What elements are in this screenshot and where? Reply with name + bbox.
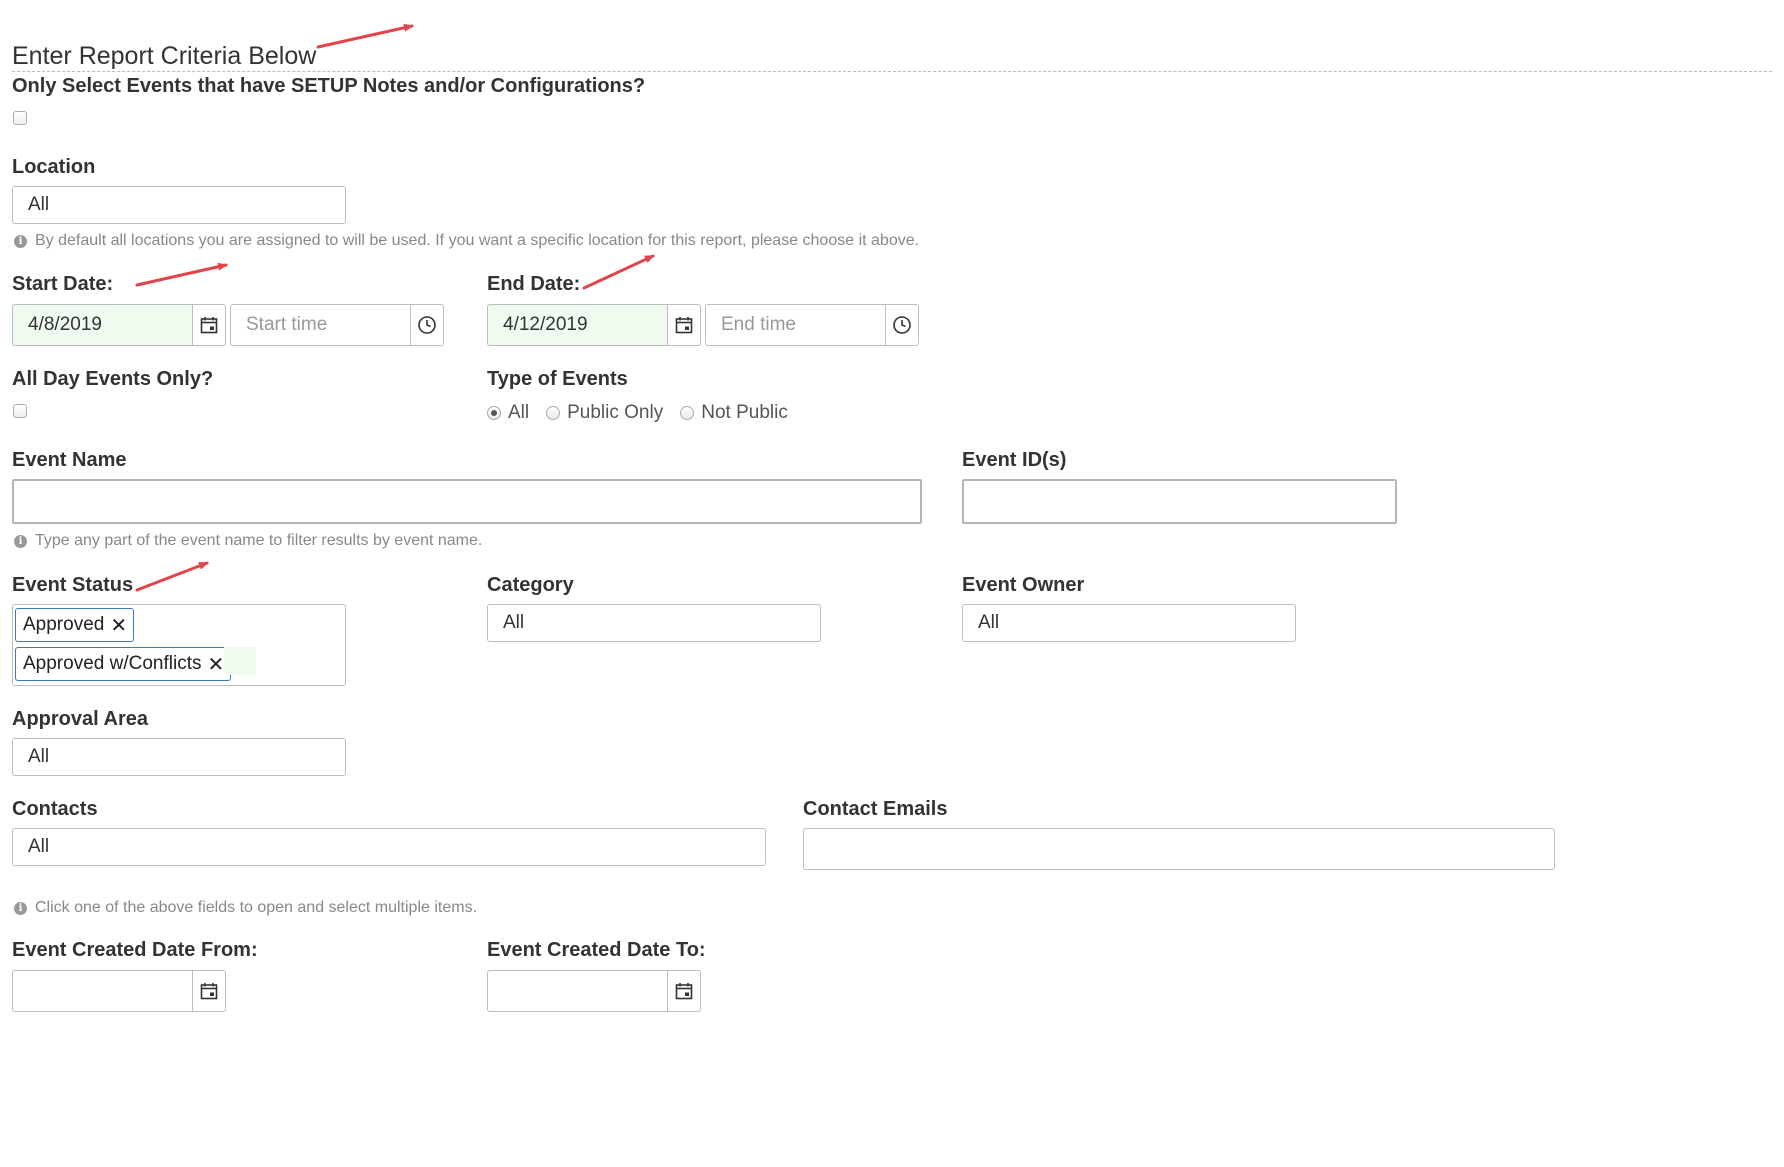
event-ids-label: Event ID(s) <box>962 449 1067 471</box>
multi-select-help: i Click one of the above fields to open … <box>14 899 477 917</box>
created-from-group <box>12 970 226 1012</box>
radio-not-public-label: Not Public <box>701 402 788 423</box>
end-time-group: End time <box>705 304 919 346</box>
location-help: i By default all locations you are assig… <box>14 232 919 250</box>
start-time-clock-button[interactable] <box>410 304 444 346</box>
start-date-calendar-button[interactable] <box>192 304 226 346</box>
status-tag-approved-conflicts: Approved w/Conflicts ✕ <box>15 647 232 681</box>
contact-emails-label: Contact Emails <box>803 798 948 820</box>
setup-notes-checkbox[interactable] <box>13 111 27 125</box>
end-date-calendar-button[interactable] <box>667 304 701 346</box>
end-date-input[interactable]: 4/12/2019 <box>487 304 667 346</box>
radio-all[interactable] <box>487 406 501 420</box>
start-date-input[interactable]: 4/8/2019 <box>12 304 192 346</box>
end-time-clock-button[interactable] <box>885 304 919 346</box>
radio-all-label: All <box>508 402 530 423</box>
approval-area-select[interactable]: All <box>12 738 346 776</box>
contacts-label: Contacts <box>12 798 98 820</box>
end-date-group: 4/12/2019 <box>487 304 701 346</box>
radio-public-only-label: Public Only <box>567 402 664 423</box>
event-owner-label: Event Owner <box>962 574 1085 596</box>
all-day-label: All Day Events Only? <box>12 368 214 390</box>
info-icon: i <box>14 901 27 915</box>
annotation-arrow-end-date <box>582 254 655 290</box>
calendar-icon <box>200 317 218 334</box>
status-tag-approved-conflicts-label: Approved w/Conflicts <box>23 653 202 674</box>
event-owner-select[interactable]: All <box>962 604 1296 642</box>
end-date-label: End Date: <box>487 273 581 295</box>
event-name-help-text: Type any part of the event name to filte… <box>35 532 483 549</box>
all-day-checkbox[interactable] <box>13 404 27 418</box>
start-time-input[interactable]: Start time <box>230 304 410 346</box>
radio-option-public-only[interactable]: Public Only <box>546 402 663 424</box>
location-label: Location <box>12 156 96 178</box>
event-type-label: Type of Events <box>487 368 628 390</box>
event-name-help: i Type any part of the event name to fil… <box>14 532 482 550</box>
created-from-input[interactable] <box>12 970 192 1012</box>
calendar-icon <box>675 983 693 1000</box>
radio-option-all[interactable]: All <box>487 402 529 424</box>
calendar-icon <box>675 317 693 334</box>
created-to-calendar-button[interactable] <box>667 970 701 1012</box>
annotation-arrow-event-status <box>135 561 209 592</box>
event-name-input[interactable] <box>12 479 922 524</box>
clock-icon <box>893 316 911 334</box>
radio-public-only[interactable] <box>546 406 561 420</box>
contacts-select[interactable]: All <box>12 828 766 866</box>
status-search-input[interactable] <box>224 647 256 675</box>
info-icon: i <box>14 534 27 548</box>
calendar-icon <box>200 983 218 1000</box>
category-label: Category <box>487 574 574 596</box>
annotation-arrow-start-date <box>135 262 228 287</box>
remove-tag-icon[interactable]: ✕ <box>207 652 224 677</box>
title-divider <box>12 71 1772 72</box>
event-name-label: Event Name <box>12 449 127 471</box>
annotation-arrow-title <box>316 23 414 49</box>
event-status-label: Event Status <box>12 574 134 596</box>
approval-area-label: Approval Area <box>12 708 148 730</box>
event-status-multiselect[interactable]: Approved ✕ Approved w/Conflicts ✕ <box>12 604 346 686</box>
start-time-group: Start time <box>230 304 444 346</box>
radio-option-not-public[interactable]: Not Public <box>680 402 788 424</box>
end-time-input[interactable]: End time <box>705 304 885 346</box>
created-to-input[interactable] <box>487 970 667 1012</box>
created-from-label: Event Created Date From: <box>12 939 258 961</box>
contact-emails-input[interactable] <box>803 828 1555 870</box>
category-select[interactable]: All <box>487 604 821 642</box>
location-select[interactable]: All <box>12 186 346 224</box>
radio-not-public[interactable] <box>680 406 695 420</box>
remove-tag-icon[interactable]: ✕ <box>110 613 127 638</box>
created-to-label: Event Created Date To: <box>487 939 706 961</box>
start-date-group: 4/8/2019 <box>12 304 226 346</box>
created-from-calendar-button[interactable] <box>192 970 226 1012</box>
info-icon: i <box>14 234 27 248</box>
event-type-radio-group: All Public Only Not Public <box>487 402 805 424</box>
start-date-label: Start Date: <box>12 273 114 295</box>
setup-notes-label: Only Select Events that have SETUP Notes… <box>12 75 646 97</box>
annotation-arrows <box>135 23 655 592</box>
status-tag-approved-label: Approved <box>23 614 105 635</box>
page-title: Enter Report Criteria Below <box>12 42 317 70</box>
created-to-group <box>487 970 701 1012</box>
multi-select-help-text: Click one of the above fields to open an… <box>35 899 478 916</box>
status-tag-approved: Approved ✕ <box>15 608 135 642</box>
location-help-text: By default all locations you are assigne… <box>35 232 920 249</box>
clock-icon <box>418 316 436 334</box>
event-ids-input[interactable] <box>962 479 1397 524</box>
